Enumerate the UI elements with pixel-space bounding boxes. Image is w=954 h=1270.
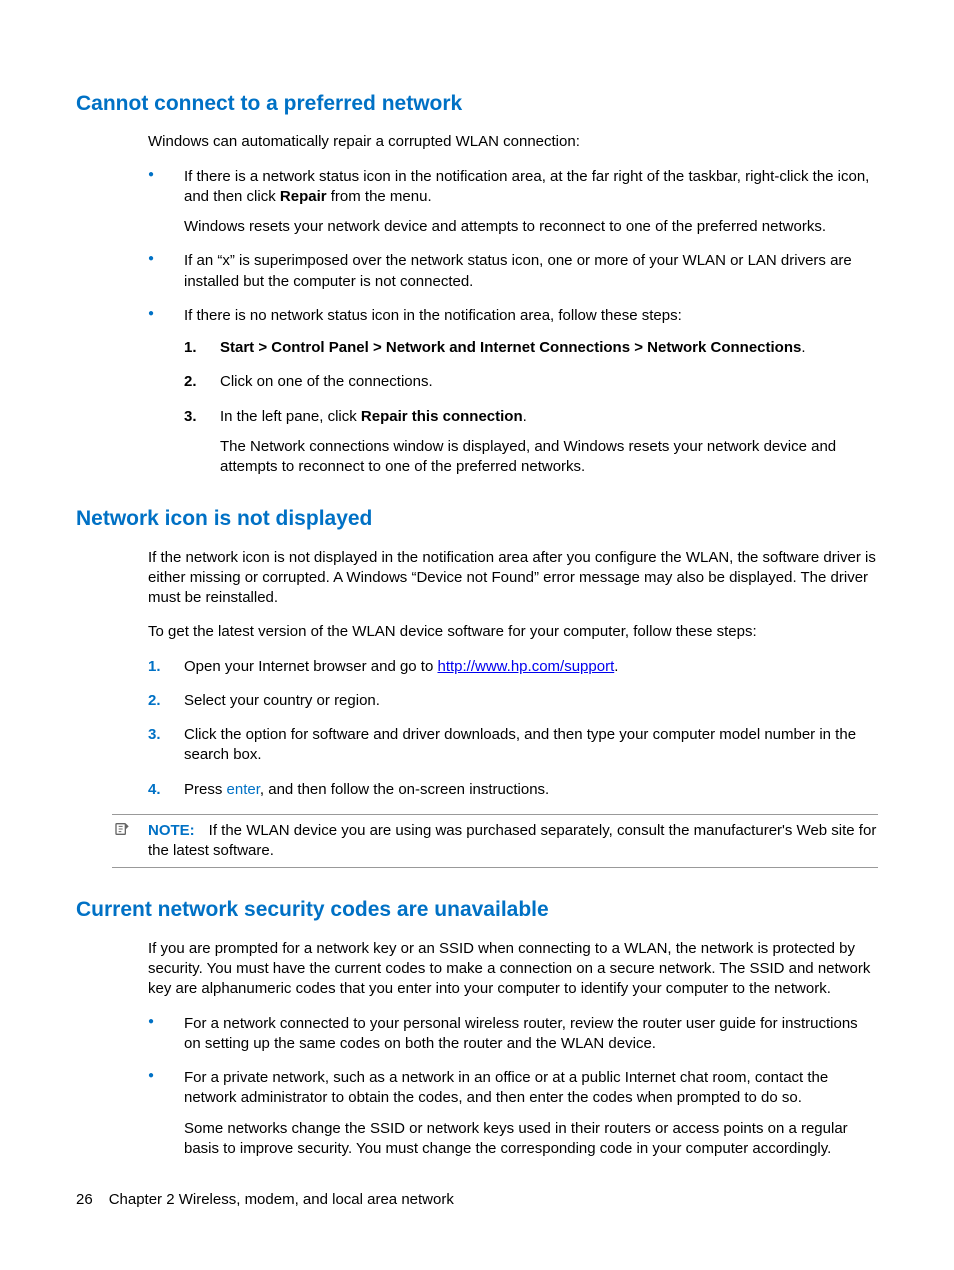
heading-network-icon: Network icon is not displayed [76,505,878,533]
note-text: If the WLAN device you are using was pur… [148,822,876,859]
section3-p1: If you are prompted for a network key or… [148,939,878,1000]
sub-paragraph: The Network connections window is displa… [220,437,878,478]
section2-steps: Open your Internet browser and go to htt… [148,657,878,800]
page-number: 26 [76,1191,93,1208]
text: In the left pane, click [220,408,361,425]
sub-paragraph: Some networks change the SSID or network… [184,1119,878,1160]
section2-body: If the network icon is not displayed in … [148,548,878,869]
text: , and then follow the on-screen instruct… [260,781,549,798]
note-box: NOTE:If the WLAN device you are using wa… [112,814,878,869]
list-item: For a network connected to your personal… [148,1014,878,1055]
document-page: Cannot connect to a preferred network Wi… [0,0,954,1270]
heading-cannot-connect: Cannot connect to a preferred network [76,90,878,118]
text: from the menu. [327,188,432,205]
step-item: Click the option for software and driver… [148,725,878,766]
section1-bullets: If there is a network status icon in the… [148,167,878,478]
text: Open your Internet browser and go to [184,658,437,675]
section2-p1: If the network icon is not displayed in … [148,548,878,609]
sub-paragraph: Windows resets your network device and a… [184,217,878,237]
note-label: NOTE: [148,822,195,839]
step1-bold: Start > Control Panel > Network and Inte… [220,339,801,356]
repair-bold: Repair [280,188,327,205]
step-item: In the left pane, click Repair this conn… [184,407,878,478]
text: . [801,339,805,356]
nested-steps: Start > Control Panel > Network and Inte… [184,338,878,477]
section3-body: If you are prompted for a network key or… [148,939,878,1159]
enter-keyword: enter [227,781,260,798]
chapter-label: Chapter 2 Wireless, modem, and local are… [109,1191,454,1208]
list-item: If there is a network status icon in the… [148,167,878,238]
section1-intro: Windows can automatically repair a corru… [148,132,878,152]
step-item: Open your Internet browser and go to htt… [148,657,878,677]
section1-body: Windows can automatically repair a corru… [148,132,878,477]
note-content: NOTE:If the WLAN device you are using wa… [148,821,878,862]
section3-bullets: For a network connected to your personal… [148,1014,878,1160]
text: Press [184,781,227,798]
page-footer: 26 Chapter 2 Wireless, modem, and local a… [76,1190,454,1210]
list-item: If an “x” is superimposed over the netwo… [148,251,878,292]
step-item: Press enter, and then follow the on-scre… [148,780,878,800]
step-item: Select your country or region. [148,691,878,711]
note-icon [112,821,132,843]
text: . [614,658,618,675]
step3-bold: Repair this connection [361,408,523,425]
step-item: Click on one of the connections. [184,372,878,392]
step-item: Start > Control Panel > Network and Inte… [184,338,878,358]
support-link[interactable]: http://www.hp.com/support [437,658,614,675]
text: For a private network, such as a network… [184,1069,828,1106]
list-item: If there is no network status icon in th… [148,306,878,478]
text: . [523,408,527,425]
section2-p2: To get the latest version of the WLAN de… [148,622,878,642]
text: If there is no network status icon in th… [184,307,682,324]
heading-security-codes: Current network security codes are unava… [76,896,878,924]
list-item: For a private network, such as a network… [148,1068,878,1159]
